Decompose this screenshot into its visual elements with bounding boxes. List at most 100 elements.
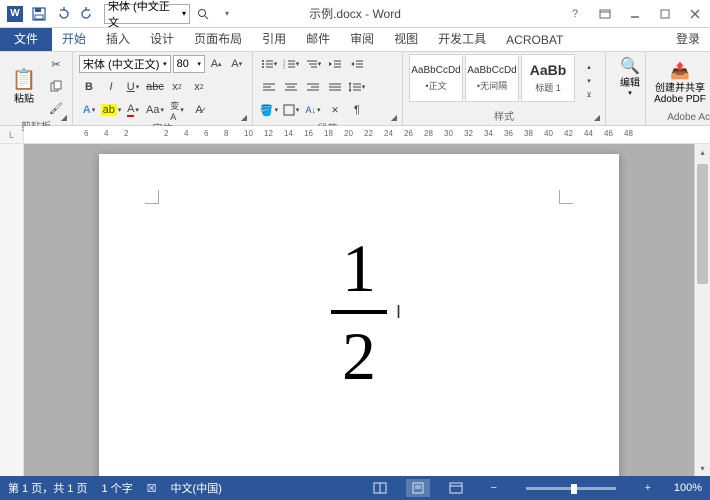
zoom-slider-handle[interactable] bbox=[571, 484, 577, 494]
superscript-button[interactable]: x2 bbox=[189, 77, 209, 97]
margin-mark-tr bbox=[559, 190, 573, 204]
ruler-tick: 22 bbox=[364, 129, 373, 138]
ribbon-tabs: 文件 开始 插入 设计 页面布局 引用 邮件 审阅 视图 开发工具 ACROBA… bbox=[0, 28, 710, 52]
clipboard-icon: 📋 bbox=[12, 67, 37, 92]
ruler-tick: 34 bbox=[484, 129, 493, 138]
zoom-slider[interactable] bbox=[526, 487, 616, 490]
style-heading-1[interactable]: AaBb 标题 1 bbox=[521, 54, 575, 102]
ruler-tick: 18 bbox=[324, 129, 333, 138]
zoom-in-button[interactable]: + bbox=[636, 479, 660, 497]
equation-fraction[interactable]: 1 2 I bbox=[331, 234, 387, 390]
redo-button[interactable] bbox=[76, 3, 98, 25]
qat-font-name: 宋体 (中文正文 bbox=[108, 0, 180, 30]
font-color-button[interactable]: A bbox=[123, 100, 143, 120]
view-read-mode[interactable] bbox=[368, 479, 392, 497]
save-button[interactable] bbox=[28, 3, 50, 25]
vertical-ruler[interactable] bbox=[0, 144, 24, 476]
font-name-combo[interactable]: 宋体 (中文正文)▾ bbox=[79, 55, 171, 73]
subscript-button[interactable]: x2 bbox=[167, 77, 187, 97]
qat-font-combo[interactable]: 宋体 (中文正文▾ bbox=[104, 4, 190, 24]
status-zoom[interactable]: 100% bbox=[674, 482, 702, 494]
editing-button[interactable]: 🔍 编辑 ▾ bbox=[612, 54, 648, 99]
tab-developer[interactable]: 开发工具 bbox=[428, 26, 496, 51]
tab-home[interactable]: 开始 bbox=[52, 26, 96, 51]
highlight-button[interactable]: ab bbox=[101, 100, 121, 120]
maximize-button[interactable] bbox=[650, 3, 680, 25]
decrease-indent-button[interactable] bbox=[325, 54, 345, 74]
bullets-button[interactable] bbox=[259, 54, 279, 74]
styles-more-button[interactable]: ⊻ bbox=[579, 88, 599, 102]
qat-search-button[interactable] bbox=[192, 3, 214, 25]
style-no-spacing[interactable]: AaBbCcDd •无间隔 bbox=[465, 54, 519, 102]
status-proofing-icon[interactable]: ☒ bbox=[147, 482, 157, 495]
asian-layout-button[interactable]: ✕ bbox=[325, 100, 345, 120]
tab-insert[interactable]: 插入 bbox=[96, 26, 140, 51]
styles-dialog-launcher[interactable]: ◢ bbox=[591, 111, 603, 123]
paste-button[interactable]: 📋 粘贴 bbox=[6, 54, 42, 118]
change-case-button[interactable]: Aa bbox=[145, 100, 165, 120]
qat-customize-button[interactable]: ▾ bbox=[216, 3, 238, 25]
undo-button[interactable] bbox=[52, 3, 74, 25]
align-right-button[interactable] bbox=[303, 77, 323, 97]
view-web-layout[interactable] bbox=[444, 479, 468, 497]
help-button[interactable]: ? bbox=[560, 3, 590, 25]
tab-mailings[interactable]: 邮件 bbox=[296, 26, 340, 51]
shading-button[interactable]: 🪣 bbox=[259, 100, 279, 120]
clipboard-dialog-launcher[interactable]: ◢ bbox=[58, 111, 70, 123]
scroll-down-arrow[interactable]: ▾ bbox=[695, 460, 710, 476]
copy-button[interactable] bbox=[46, 76, 66, 96]
sort-button[interactable]: A↓ bbox=[303, 100, 323, 120]
horizontal-ruler[interactable]: 6422468101214161820222426283032343638404… bbox=[24, 126, 710, 143]
zoom-out-button[interactable]: − bbox=[482, 479, 506, 497]
document-scroll[interactable]: 1 2 I bbox=[24, 144, 694, 476]
align-center-button[interactable] bbox=[281, 77, 301, 97]
create-share-pdf-button[interactable]: 📤 创建并共享Adobe PDF bbox=[652, 54, 708, 112]
clear-formatting-button[interactable]: A̷ bbox=[189, 100, 209, 120]
bold-button[interactable]: B bbox=[79, 77, 99, 97]
italic-button[interactable]: I bbox=[101, 77, 121, 97]
line-spacing-button[interactable] bbox=[347, 77, 367, 97]
scroll-up-arrow[interactable]: ▴ bbox=[695, 144, 710, 160]
login-link[interactable]: 登录 bbox=[666, 26, 710, 51]
tab-file[interactable]: 文件 bbox=[0, 26, 52, 51]
style-normal[interactable]: AaBbCcDd •正文 bbox=[409, 54, 463, 102]
status-language[interactable]: 中文(中国) bbox=[171, 480, 222, 496]
tab-view[interactable]: 视图 bbox=[384, 26, 428, 51]
document-page[interactable]: 1 2 I bbox=[99, 154, 619, 476]
underline-button[interactable]: U bbox=[123, 77, 143, 97]
styles-scroll-up[interactable]: ▴ bbox=[579, 60, 599, 74]
text-effects-button[interactable]: A bbox=[79, 100, 99, 120]
tab-references[interactable]: 引用 bbox=[252, 26, 296, 51]
paragraph-dialog-launcher[interactable]: ◢ bbox=[388, 111, 400, 123]
status-page[interactable]: 第 1 页，共 1 页 bbox=[8, 480, 87, 496]
numbering-button[interactable]: 123 bbox=[281, 54, 301, 74]
tab-review[interactable]: 审阅 bbox=[340, 26, 384, 51]
view-print-layout[interactable] bbox=[406, 479, 430, 497]
close-button[interactable] bbox=[680, 3, 710, 25]
tab-acrobat[interactable]: ACROBAT bbox=[496, 29, 573, 51]
shrink-font-button[interactable]: A▾ bbox=[227, 54, 246, 74]
justify-button[interactable] bbox=[325, 77, 345, 97]
font-size-combo[interactable]: 80▾ bbox=[173, 55, 205, 73]
tab-design[interactable]: 设计 bbox=[140, 26, 184, 51]
ruler-tick: 24 bbox=[384, 129, 393, 138]
font-dialog-launcher[interactable]: ◢ bbox=[238, 111, 250, 123]
align-left-button[interactable] bbox=[259, 77, 279, 97]
app-icon[interactable]: W bbox=[4, 3, 26, 25]
grow-font-button[interactable]: A▴ bbox=[207, 54, 226, 74]
vertical-scrollbar[interactable]: ▴ ▾ bbox=[694, 144, 710, 476]
borders-button[interactable] bbox=[281, 100, 301, 120]
minimize-button[interactable] bbox=[620, 3, 650, 25]
status-word-count[interactable]: 1 个字 bbox=[101, 480, 132, 496]
styles-scroll-down[interactable]: ▾ bbox=[579, 74, 599, 88]
multilevel-list-button[interactable] bbox=[303, 54, 323, 74]
strikethrough-button[interactable]: abc bbox=[145, 77, 165, 97]
phonetic-guide-button[interactable]: 变A bbox=[167, 100, 187, 120]
ribbon-display-button[interactable] bbox=[590, 3, 620, 25]
fraction-denominator: 2 bbox=[342, 322, 376, 390]
tab-layout[interactable]: 页面布局 bbox=[184, 26, 252, 51]
cut-button[interactable]: ✂ bbox=[46, 54, 66, 74]
scroll-thumb[interactable] bbox=[697, 164, 708, 284]
show-marks-button[interactable]: ¶ bbox=[347, 100, 367, 120]
increase-indent-button[interactable] bbox=[347, 54, 367, 74]
